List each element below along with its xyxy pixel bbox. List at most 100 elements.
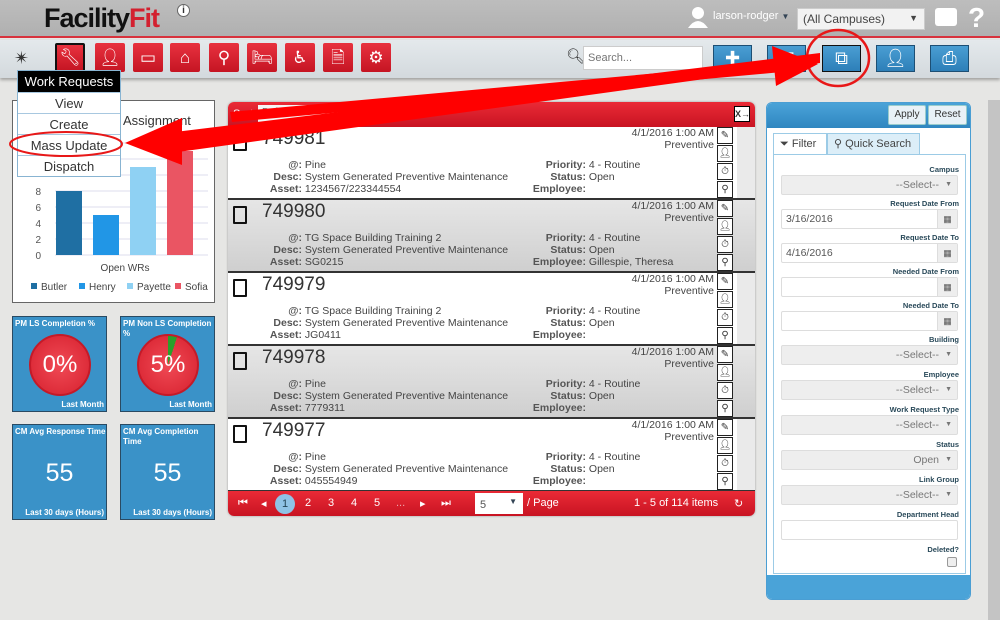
edit-icon[interactable]: ✎ [717,200,733,217]
edit-icon[interactable]: ✎ [717,127,733,144]
user-avatar-icon[interactable] [688,6,708,28]
department-head-input[interactable] [781,520,958,540]
settings-module-button[interactable]: ⚙ [361,43,391,72]
chat-icon[interactable] [935,8,957,26]
first-page-icon[interactable]: ⏮ [238,497,248,510]
export-excel-icon[interactable]: X→ [734,106,750,122]
add-button[interactable]: ✚ [713,45,752,72]
details-icon[interactable]: ⚲ [717,254,733,271]
page-3[interactable]: 3 [328,497,334,509]
work-request-row[interactable]: 749977 4/1/2016 1:00 AM Preventive @: Pin… [228,419,755,492]
search-module-button[interactable]: ⚲ [209,43,239,72]
deleted-checkbox[interactable] [947,557,957,567]
calendar-button[interactable]: ▦ [767,45,806,72]
request-date-to-input[interactable]: 4/16/2016 ▦ [781,243,958,263]
details-icon[interactable]: ⚲ [717,473,733,490]
work-requests-module-button[interactable]: 🔧︎ [55,43,85,72]
request-date-from-input[interactable]: 3/16/2016 ▦ [781,209,958,229]
document-icon [233,352,247,370]
assign-user-icon[interactable]: 👤︎ [717,437,733,454]
assign-user-icon[interactable]: 👤︎ [717,145,733,162]
work-request-id[interactable]: 749978 [262,347,325,369]
menu-item-dispatch[interactable]: Dispatch [18,155,120,176]
employee-select[interactable]: --Select-- [781,380,958,400]
work-request-row[interactable]: 749978 4/1/2016 1:00 AM Preventive @: Pin… [228,346,755,419]
monitor-module-button[interactable]: ▭ [133,43,163,72]
facilityfit-logo[interactable]: FacilityFit [44,3,160,34]
menu-item-mass-update[interactable]: Mass Update [18,134,120,155]
timer-icon[interactable]: ⏱ [717,309,733,326]
work-request-id[interactable]: 749980 [262,201,325,223]
timer-icon[interactable]: ⏱ [717,455,733,472]
asset-field: Asset: 045554949 [258,475,358,487]
prev-page-icon[interactable]: ◂ [261,497,267,510]
next-page-icon[interactable]: ▸ [420,497,426,510]
details-icon[interactable]: ⚲ [717,400,733,417]
more-pages[interactable]: ... [396,497,405,509]
page-5[interactable]: 5 [374,497,380,509]
page-2[interactable]: 2 [305,497,311,509]
sort-select[interactable]: Defaults [258,105,384,122]
campus-select[interactable]: --Select-- [781,175,958,195]
page-scrollbar[interactable] [988,100,1000,620]
tab-filter[interactable]: ⏷ Filter [773,133,827,155]
accessibility-module-button[interactable]: ♿︎ [285,43,315,72]
details-icon[interactable]: ⚲ [717,327,733,344]
timer-icon[interactable]: ⏱ [717,236,733,253]
compass-icon[interactable]: ✴ [14,48,29,69]
work-request-row[interactable]: 749979 4/1/2016 1:00 AM Preventive @: TG … [228,273,755,346]
page-size-select[interactable]: 5 ▼ [475,493,523,514]
tab-quick-search[interactable]: ⚲ Quick Search [827,133,920,155]
search-input[interactable] [583,46,703,70]
edit-icon[interactable]: ✎ [717,346,733,363]
info-icon[interactable]: i [177,4,190,17]
reset-button[interactable]: Reset [928,105,967,125]
calendar-icon[interactable]: ▦ [937,312,957,330]
users-module-button[interactable]: 👤︎ [95,43,125,72]
filter-header: Apply Reset [767,103,970,128]
menu-item-create[interactable]: Create [18,113,120,134]
calendar-icon[interactable]: ▦ [937,210,957,228]
beds-module-button[interactable]: 🛏︎ [247,43,277,72]
campus-select[interactable]: (All Campuses) ▼ [797,8,925,30]
refresh-icon[interactable]: ↻ [734,497,743,510]
work-request-row[interactable]: 749981 4/1/2016 1:00 AM Preventive @: Pin… [228,127,755,200]
edit-icon[interactable]: ✎ [717,419,733,436]
work-request-id[interactable]: 749979 [262,274,325,296]
page-4[interactable]: 4 [351,497,357,509]
pm-non-ls-completion-tile[interactable]: PM Non LS Completion % 5% Last Month [120,316,215,412]
pm-ls-completion-tile[interactable]: PM LS Completion % 0% Last Month [12,316,107,412]
assign-user-icon[interactable]: 👤︎ [717,218,733,235]
apply-button[interactable]: Apply [888,105,926,125]
needed-date-to-input[interactable]: ▦ [781,311,958,331]
details-icon[interactable]: ⚲ [717,181,733,198]
work-request-id[interactable]: 749977 [262,420,325,442]
work-request-id[interactable]: 749981 [262,128,325,150]
assign-user-button[interactable]: 👤︎ [876,45,915,72]
edit-icon[interactable]: ✎ [717,273,733,290]
calendar-icon[interactable]: ▦ [937,278,957,296]
building-select[interactable]: --Select-- [781,345,958,365]
cm-avg-completion-tile[interactable]: CM Avg Completion Time 55 Last 30 days (… [120,424,215,520]
status-select[interactable]: Open [781,450,958,470]
cm-avg-response-tile[interactable]: CM Avg Response Time 55 Last 30 days (Ho… [12,424,107,520]
mass-update-button[interactable]: ⧉ [822,45,861,72]
documents-module-button[interactable]: 🗎 [323,43,353,72]
timer-icon[interactable]: ⏱ [717,382,733,399]
calendar-icon[interactable]: ▦ [937,244,957,262]
work-request-row[interactable]: 749980 4/1/2016 1:00 AM Preventive @: TG … [228,200,755,273]
page-1[interactable]: 1 [275,494,295,514]
assign-user-icon[interactable]: 👤︎ [717,291,733,308]
last-page-icon[interactable]: ⏭ [441,497,451,510]
user-menu[interactable]: larson-rodger ▼ [713,10,789,22]
link-group-select[interactable]: --Select-- [781,485,958,505]
print-button[interactable]: ⎙ [930,45,969,72]
needed-date-from-input[interactable]: ▦ [781,277,958,297]
menu-item-view[interactable]: View [18,92,120,113]
facilities-module-button[interactable]: ⌂ [170,43,200,72]
chevron-down-icon: ▼ [909,13,918,23]
help-icon[interactable]: ? [968,2,985,34]
work-request-type-select[interactable]: --Select-- [781,415,958,435]
timer-icon[interactable]: ⏱ [717,163,733,180]
assign-user-icon[interactable]: 👤︎ [717,364,733,381]
